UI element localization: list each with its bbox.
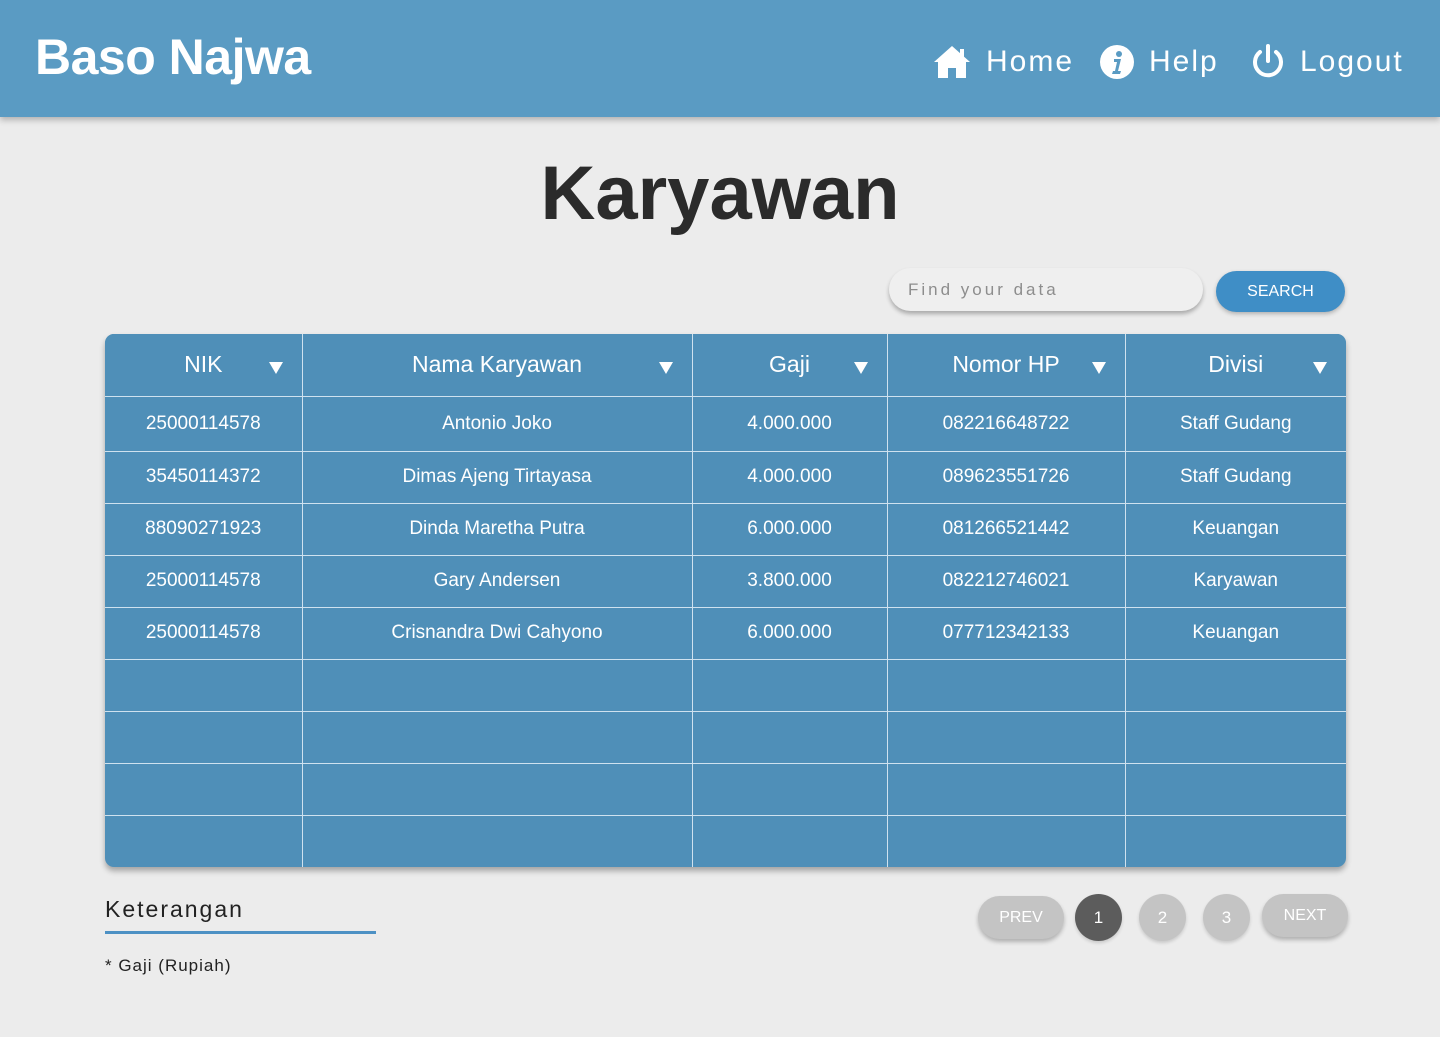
sort-caret-icon[interactable] (853, 362, 868, 374)
cell-nomor-hp: 077712342133 (886, 606, 1126, 660)
cell-nama: Dinda Maretha Putra (301, 502, 693, 556)
column-header-nama[interactable]: Nama Karyawan (301, 334, 693, 397)
cell-empty (691, 814, 888, 867)
cell-gaji: 6.000.000 (691, 606, 888, 660)
cell-empty (886, 762, 1126, 816)
column-header-nomor-hp[interactable]: Nomor HP (886, 334, 1126, 397)
cell-empty (105, 710, 303, 764)
cell-nik: 25000114578 (105, 606, 303, 660)
cell-nomor-hp: 082216648722 (886, 395, 1126, 452)
cell-nik: 88090271923 (105, 502, 303, 556)
next-page-button[interactable]: NEXT (1262, 894, 1348, 937)
cell-empty (105, 814, 303, 867)
cell-divisi: Staff Gudang (1124, 395, 1346, 452)
table-row[interactable]: 25000114578 Antonio Joko 4.000.000 08221… (105, 395, 1346, 452)
info-icon (1099, 44, 1135, 80)
cell-empty (691, 710, 888, 764)
home-icon (932, 44, 972, 80)
nav-help-label: Help (1149, 45, 1219, 78)
column-header-divisi[interactable]: Divisi (1124, 334, 1346, 397)
cell-empty (691, 762, 888, 816)
column-header-label: Nama Karyawan (411, 351, 583, 378)
nav-logout-link[interactable]: Logout (1250, 40, 1404, 84)
notes-underline (105, 931, 376, 934)
cell-gaji: 3.800.000 (691, 554, 888, 608)
cell-empty (1124, 762, 1346, 816)
page-2-button[interactable]: 2 (1139, 894, 1186, 941)
prev-page-button[interactable]: PREV (978, 896, 1064, 939)
cell-nomor-hp: 081266521442 (886, 502, 1126, 556)
nav-logout-label: Logout (1300, 45, 1404, 78)
column-header-label: Nomor HP (952, 351, 1060, 378)
cell-empty (105, 762, 303, 816)
nav-home-label: Home (986, 45, 1075, 78)
cell-empty (886, 710, 1126, 764)
table-row-empty (105, 762, 1346, 816)
cell-nomor-hp: 082212746021 (886, 554, 1126, 608)
cell-empty (1124, 710, 1346, 764)
cell-empty (886, 658, 1126, 712)
table-row-empty (105, 814, 1346, 867)
table-header-row: NIK Nama Karyawan Gaji Nomor HP Divisi (105, 334, 1346, 397)
column-header-nik[interactable]: NIK (105, 334, 303, 397)
cell-nama: Antonio Joko (301, 395, 693, 452)
cell-nomor-hp: 089623551726 (886, 450, 1126, 504)
cell-nik: 35450114372 (105, 450, 303, 504)
cell-empty (301, 710, 693, 764)
cell-empty (301, 814, 693, 867)
cell-empty (105, 658, 303, 712)
cell-empty (1124, 658, 1346, 712)
cell-empty (886, 814, 1126, 867)
column-header-label: Divisi (1208, 351, 1264, 378)
cell-empty (691, 658, 888, 712)
table-row[interactable]: 35450114372 Dimas Ajeng Tirtayasa 4.000.… (105, 450, 1346, 504)
cell-empty (301, 658, 693, 712)
cell-nama: Crisnandra Dwi Cahyono (301, 606, 693, 660)
cell-nik: 25000114578 (105, 554, 303, 608)
page-3-button[interactable]: 3 (1203, 894, 1250, 941)
column-header-gaji[interactable]: Gaji (691, 334, 888, 397)
cell-nama: Dimas Ajeng Tirtayasa (301, 450, 693, 504)
cell-gaji: 4.000.000 (691, 450, 888, 504)
table-row[interactable]: 25000114578 Gary Andersen 3.800.000 0822… (105, 554, 1346, 608)
cell-gaji: 6.000.000 (691, 502, 888, 556)
column-header-label: Gaji (769, 351, 810, 378)
table-row[interactable]: 25000114578 Crisnandra Dwi Cahyono 6.000… (105, 606, 1346, 660)
sort-caret-icon[interactable] (268, 362, 283, 374)
cell-nik: 25000114578 (105, 395, 303, 452)
sort-caret-icon[interactable] (658, 362, 673, 374)
table-row-empty (105, 710, 1346, 764)
page-title: Karyawan (540, 151, 900, 236)
cell-empty (301, 762, 693, 816)
search-button[interactable]: SEARCH (1216, 271, 1345, 312)
table-row-empty (105, 658, 1346, 712)
top-navbar: Baso Najwa Home Help Logout (0, 0, 1440, 117)
brand-logo[interactable]: Baso Najwa (35, 28, 311, 86)
employee-table: NIK Nama Karyawan Gaji Nomor HP Divisi 2… (105, 334, 1346, 867)
search-input[interactable] (889, 268, 1203, 311)
cell-divisi: Staff Gudang (1124, 450, 1346, 504)
cell-gaji: 4.000.000 (691, 395, 888, 452)
sort-caret-icon[interactable] (1313, 362, 1327, 374)
cell-empty (1124, 814, 1346, 867)
notes-title: Keterangan (105, 896, 244, 922)
sort-caret-icon[interactable] (1091, 362, 1106, 374)
cell-divisi: Karyawan (1124, 554, 1346, 608)
cell-divisi: Keuangan (1124, 606, 1346, 660)
page-1-button[interactable]: 1 (1075, 894, 1122, 941)
cell-nama: Gary Andersen (301, 554, 693, 608)
cell-divisi: Keuangan (1124, 502, 1346, 556)
nav-help-link[interactable]: Help (1099, 40, 1219, 84)
table-row[interactable]: 88090271923 Dinda Maretha Putra 6.000.00… (105, 502, 1346, 556)
notes-text: * Gaji (Rupiah) (105, 956, 232, 975)
column-header-label: NIK (184, 351, 223, 378)
power-icon (1250, 43, 1286, 81)
nav-home-link[interactable]: Home (932, 40, 1074, 84)
